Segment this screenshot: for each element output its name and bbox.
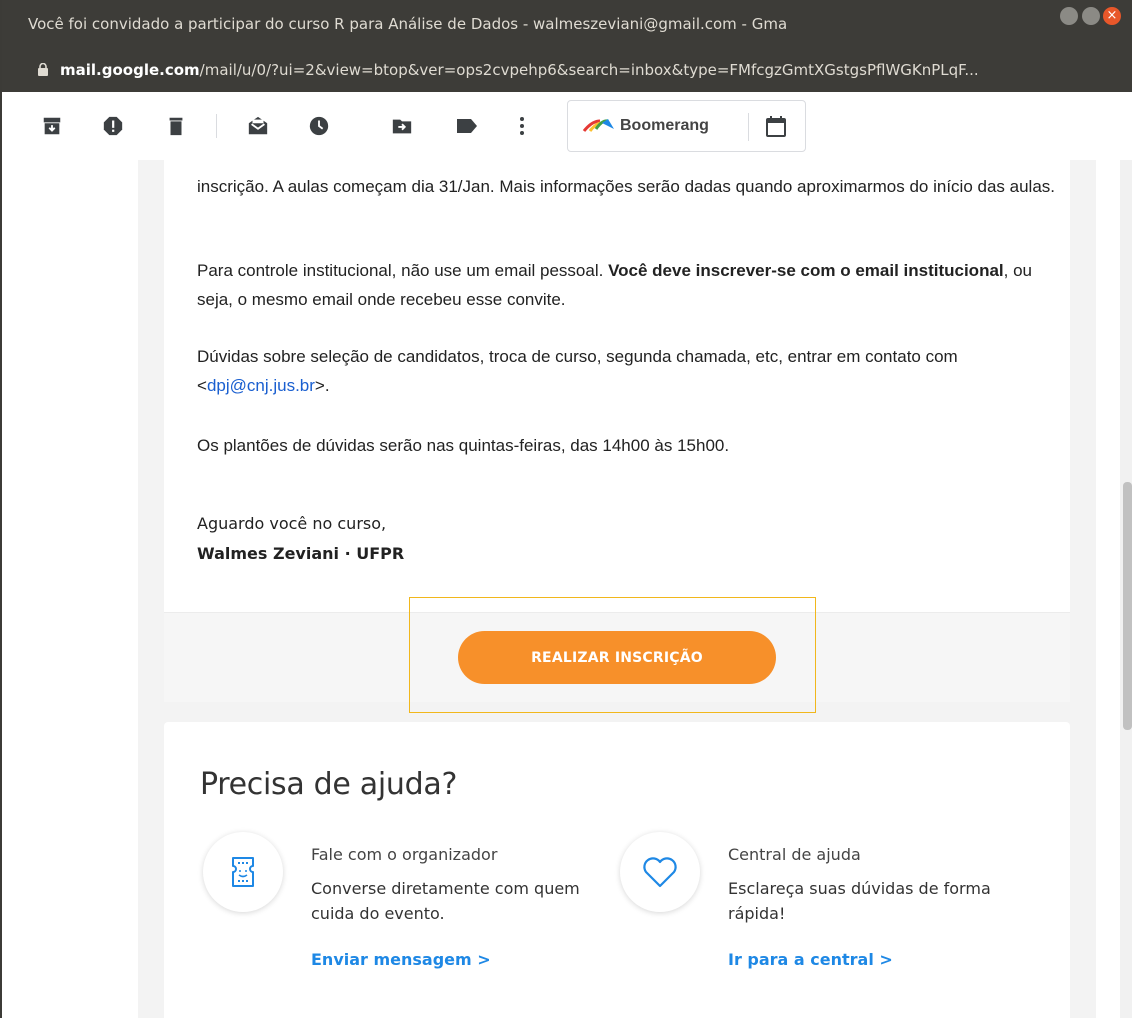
window-titlebar: Você foi convidado a participar do curso… [2, 0, 1132, 50]
maximize-button[interactable] [1082, 7, 1100, 25]
address-bar[interactable]: mail.google.com/mail/u/0/?ui=2&view=btop… [2, 50, 1132, 92]
report-spam-icon[interactable] [101, 114, 125, 138]
label-icon[interactable] [455, 114, 479, 138]
register-button[interactable]: REALIZAR INSCRIÇÃO [458, 631, 776, 684]
boomerang-label: Boomerang [620, 117, 709, 134]
organizer-icon-circle [203, 832, 283, 912]
help-center-icon-circle [620, 832, 700, 912]
window-title: Você foi convidado a participar do curso… [28, 15, 788, 33]
email-content: inscrição. A aulas começam dia 31/Jan. M… [2, 160, 1120, 1018]
ticket-icon [232, 857, 254, 887]
send-message-link[interactable]: Enviar mensagem > [311, 950, 491, 969]
help-center-description: Esclareça suas dúvidas de forma rápida! [728, 879, 991, 923]
url-domain: mail.google.com [60, 61, 200, 79]
help-title: Precisa de ajuda? [200, 767, 458, 802]
more-vert-icon[interactable] [510, 114, 534, 138]
browser-window: Você foi convidado a participar do curso… [0, 0, 1132, 1018]
email-closing: Aguardo você no curso, [197, 514, 387, 533]
lock-icon [38, 63, 48, 76]
email-paragraph-start: inscrição. A aulas começam dia 31/Jan. M… [197, 177, 1056, 196]
url-path: /mail/u/0/?ui=2&view=btop&ver=ops2cvpehp… [199, 61, 979, 79]
snooze-icon[interactable] [307, 114, 331, 138]
email-paragraph-institutional: Para controle institucional, não use um … [197, 261, 1032, 309]
vertical-scrollbar[interactable] [1120, 160, 1132, 1018]
close-button[interactable]: × [1103, 7, 1121, 25]
help-center-heading: Central de ajuda [728, 845, 861, 864]
email-paragraph-office-hours: Os plantões de dúvidas serão nas quintas… [197, 436, 730, 455]
archive-icon[interactable] [40, 114, 64, 138]
heart-icon [643, 857, 677, 888]
calendar-icon[interactable] [764, 115, 788, 139]
institutional-notice: Você deve inscrever-se com o email insti… [608, 261, 1004, 280]
help-center-link[interactable]: Ir para a central > [728, 950, 893, 969]
organizer-description: Converse diretamente com quem cuida do e… [311, 879, 580, 923]
move-to-icon[interactable] [390, 114, 414, 138]
contact-email-link[interactable]: dpj@cnj.jus.br [207, 376, 315, 395]
email-signature: Walmes Zeviani · UFPR [197, 544, 405, 563]
url-text[interactable]: mail.google.com/mail/u/0/?ui=2&view=btop… [60, 61, 1124, 79]
scrollbar-thumb[interactable] [1123, 482, 1132, 730]
boomerang-button[interactable]: Boomerang [567, 100, 806, 152]
minimize-button[interactable] [1060, 7, 1078, 25]
mark-unread-icon[interactable] [246, 114, 270, 138]
delete-icon[interactable] [164, 114, 188, 138]
boomerang-logo-icon [582, 119, 614, 132]
organizer-heading: Fale com o organizador [311, 845, 498, 864]
gmail-toolbar: Boomerang [2, 92, 1132, 160]
email-paragraph-contact: Dúvidas sobre seleção de candidatos, tro… [197, 347, 958, 395]
